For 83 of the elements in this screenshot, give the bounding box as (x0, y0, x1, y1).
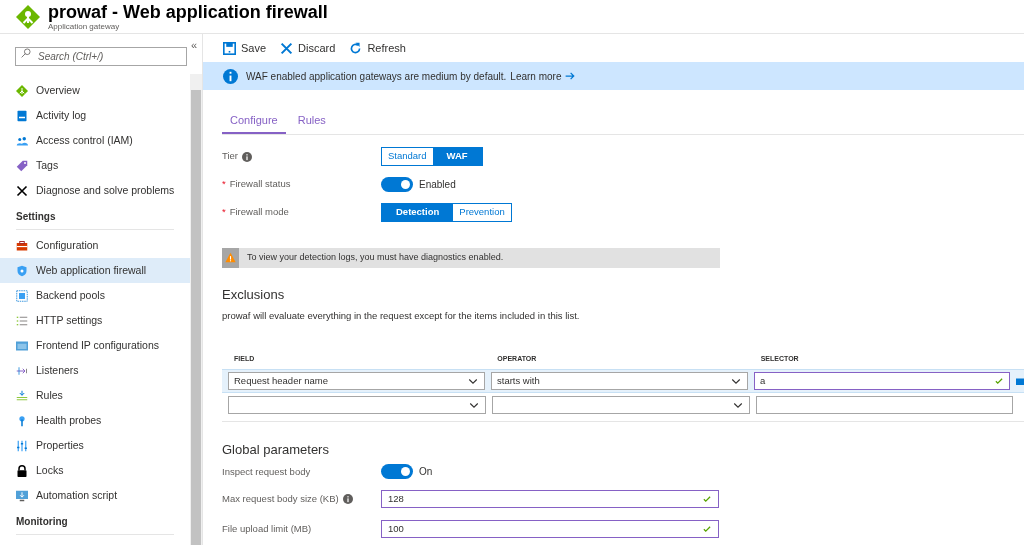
arrow-icon (565, 71, 576, 81)
sidebar-item[interactable]: Backend pools (0, 283, 190, 308)
toolbox-icon (16, 239, 28, 252)
learn-more-link[interactable]: Learn more (510, 68, 576, 84)
search-icon (21, 48, 31, 58)
window-icon (16, 339, 28, 352)
dropdown[interactable] (492, 396, 750, 415)
dropdown[interactable] (228, 396, 486, 415)
page-subtitle: Application gateway (48, 22, 121, 31)
section-heading: Monitoring (16, 514, 174, 535)
segment-button[interactable]: Detection (382, 204, 454, 221)
arrows-icon (16, 364, 28, 377)
sidebar-item[interactable]: Frontend IP configurations (0, 333, 190, 358)
sidebar-item[interactable]: Activity log (0, 103, 190, 128)
people-icon (16, 134, 28, 147)
section-heading: Exclusions (222, 285, 286, 304)
close-icon (280, 41, 294, 55)
required-mark: * (222, 205, 226, 220)
section-description: prowaf will evaluate everything in the request except for the items included in this list. (222, 309, 581, 323)
sidebar-item[interactable]: Access control (IAM) (0, 128, 190, 153)
section-heading: Global parameters (222, 441, 330, 460)
dropdown[interactable]: starts with (491, 372, 748, 391)
warning-icon (225, 252, 236, 263)
tools-icon (16, 184, 28, 197)
field-label: Max request body size (KB) (222, 491, 339, 506)
input-field[interactable]: 128 (381, 489, 719, 508)
sidebar-item[interactable]: HTTP settings (0, 308, 190, 333)
shield-icon (16, 264, 28, 277)
input-field[interactable] (756, 396, 1013, 415)
page-title: prowaf - Web application firewall (48, 2, 328, 21)
field-label: Firewall status (229, 177, 291, 192)
input-field[interactable]: 100 (381, 519, 719, 538)
field-label: Tier (222, 149, 238, 164)
required-mark: * (222, 177, 226, 192)
sidebar-item[interactable]: Web application firewall (0, 258, 190, 283)
banner-text: WAF enabled application gateways are medium by default. (246, 69, 507, 84)
gateway-icon (16, 4, 40, 29)
toolbar-button[interactable]: Save (223, 39, 267, 57)
refresh-icon (349, 41, 363, 55)
warning-text: To view your detection logs, you must have diagnostics enabled. (247, 250, 504, 264)
monitor-icon (16, 489, 28, 502)
sidebar-item[interactable]: Diagnose and solve problems (0, 178, 190, 203)
sidebar-item[interactable]: Properties (0, 433, 190, 458)
lock-icon (16, 464, 28, 477)
toggle-label: Enabled (419, 178, 456, 192)
log-icon (16, 109, 28, 122)
toolbar-button[interactable]: Discard (280, 39, 336, 57)
pool-icon (16, 289, 28, 302)
sidebar-item[interactable]: Listeners (0, 358, 190, 383)
input-field[interactable]: a (754, 372, 1010, 391)
sidebar-item[interactable]: Locks (0, 458, 190, 483)
collapse-button[interactable]: « (191, 40, 198, 51)
tab[interactable]: Configure (222, 112, 286, 134)
scrollbar-thumb[interactable] (191, 90, 201, 545)
tab[interactable]: Rules (289, 112, 334, 134)
save-icon (223, 41, 236, 55)
sliders-icon (16, 439, 28, 452)
tag-icon (16, 159, 28, 172)
list-icon (16, 314, 28, 327)
segment-button[interactable]: WAF (432, 148, 482, 165)
table-row[interactable]: Request header name starts with a (222, 369, 1024, 394)
section-heading: Settings (16, 209, 174, 230)
field-label: File upload limit (MB) (222, 521, 312, 536)
info-icon (223, 68, 238, 84)
sidebar-item[interactable]: Health probes (0, 408, 190, 433)
scrollbar[interactable] (190, 74, 202, 545)
sidebar-item[interactable]: Overview (0, 78, 190, 103)
toggle-switch[interactable] (381, 464, 413, 480)
field-label: Firewall mode (229, 205, 289, 220)
toolbar-button[interactable]: Refresh (349, 39, 406, 57)
dropdown[interactable]: Request header name (228, 372, 485, 391)
search-field[interactable]: Search (Ctrl+/) (15, 47, 187, 66)
sidebar-item[interactable]: Tags (0, 153, 190, 178)
field-label: Inspect request body (222, 464, 311, 479)
toggle-label: On (419, 465, 433, 480)
probe-icon (16, 414, 28, 427)
sidebar-item[interactable]: Configuration (0, 233, 190, 258)
gateway-icon (16, 84, 28, 97)
toggle-switch[interactable] (381, 177, 413, 192)
sidebar-item[interactable]: Rules (0, 383, 190, 408)
check-icon (994, 376, 1004, 387)
rules-icon (16, 389, 28, 402)
sidebar-item[interactable]: Automation script (0, 483, 190, 508)
